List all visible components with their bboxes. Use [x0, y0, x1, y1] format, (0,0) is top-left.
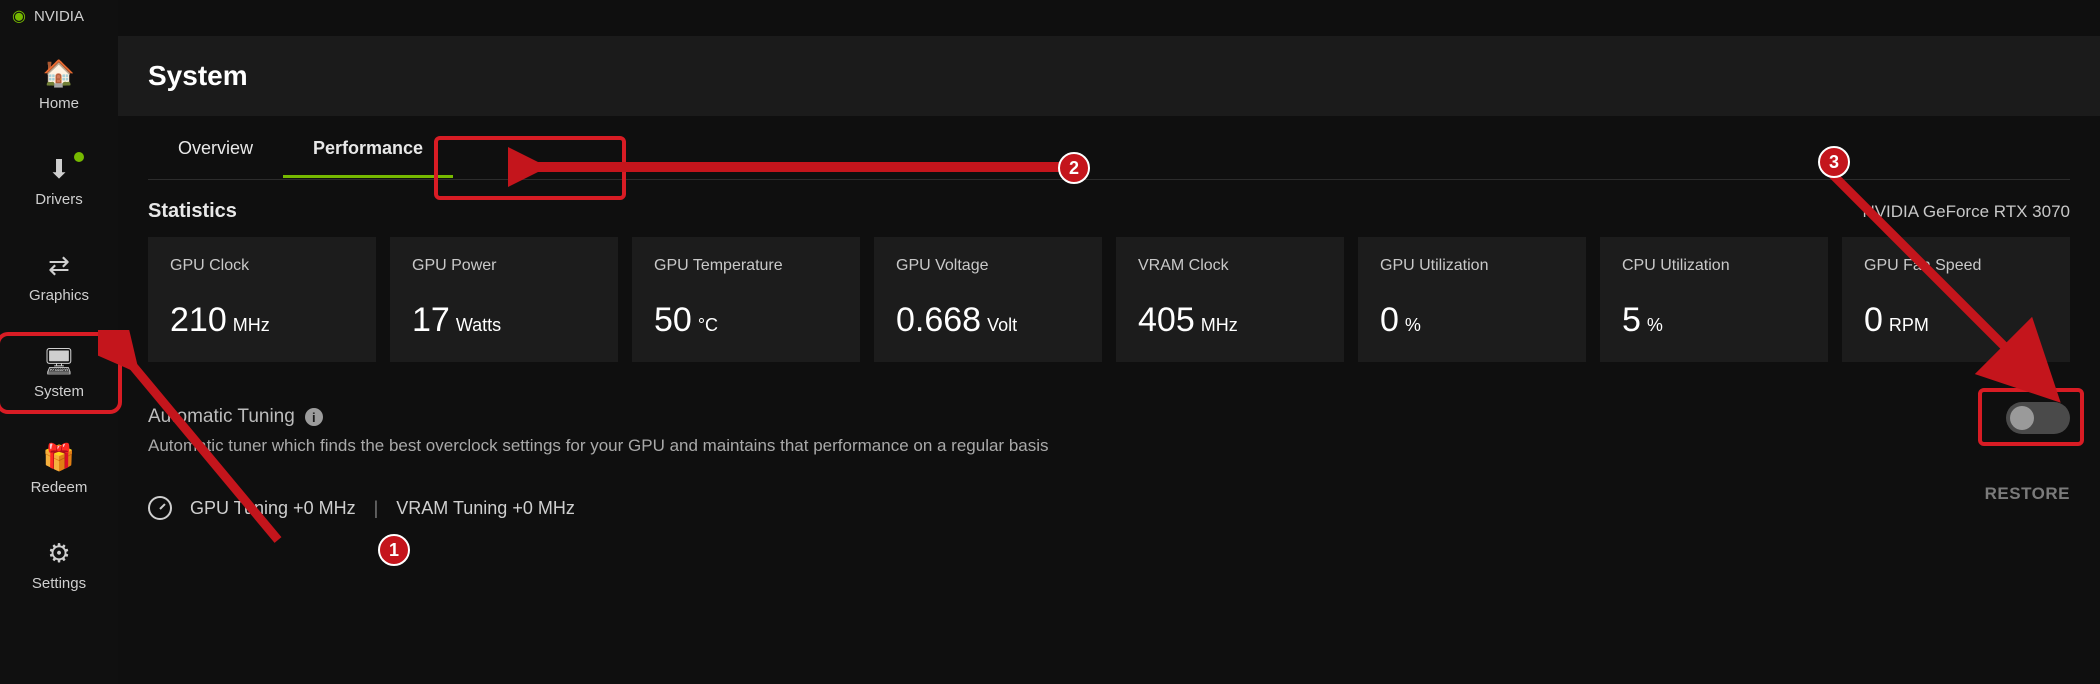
main-panel: System Overview Performance Statistics N… — [118, 0, 2100, 684]
sidebar-item-label: Drivers — [35, 191, 83, 208]
stat-unit: RPM — [1889, 315, 1929, 335]
stat-grid: GPU Clock 210 MHz GPU Power 17 Watts GPU T… — [148, 237, 2070, 362]
stat-gpu-voltage: GPU Voltage 0.668 Volt — [874, 237, 1102, 362]
stat-unit: MHz — [1201, 315, 1238, 335]
sidebar-item-drivers[interactable]: ⬇ Drivers — [0, 144, 118, 218]
stat-value: 0 — [1380, 301, 1399, 339]
sidebar-item-label: System — [34, 383, 84, 400]
stat-label: GPU Temperature — [654, 257, 838, 275]
gauge-icon — [148, 496, 172, 520]
page-title: System — [118, 36, 2100, 116]
brand-name: NVIDIA — [34, 8, 84, 25]
annotation-badge-3: 3 — [1818, 146, 1850, 178]
brand-bar: ◉ NVIDIA — [12, 6, 84, 26]
stat-label: GPU Fan Speed — [1864, 257, 2048, 275]
sidebar-item-label: Home — [39, 95, 79, 112]
monitor-icon: 🖥 — [42, 346, 75, 377]
sidebar-item-label: Redeem — [31, 479, 88, 496]
stat-gpu-clock: GPU Clock 210 MHz — [148, 237, 376, 362]
divider-text: | — [374, 498, 379, 519]
update-dot-icon — [74, 152, 84, 162]
annotation-badge-1: 1 — [378, 534, 410, 566]
stat-unit: °C — [698, 315, 718, 335]
stat-gpu-util: GPU Utilization 0% — [1358, 237, 1586, 362]
restore-button[interactable]: RESTORE — [1985, 484, 2070, 504]
stat-value: 0 — [1864, 301, 1883, 339]
stat-value: 405 — [1138, 301, 1195, 339]
stat-label: CPU Utilization — [1622, 257, 1806, 275]
sidebar-item-home[interactable]: 🏠 Home — [0, 48, 118, 122]
gpu-tuning-value: GPU Tuning +0 MHz — [190, 498, 356, 519]
automatic-tuning-section: Automatic Tuning i Automatic tuner which… — [148, 406, 2070, 520]
stat-gpu-power: GPU Power 17 Watts — [390, 237, 618, 362]
stat-label: GPU Clock — [170, 257, 354, 275]
download-icon: ⬇ — [48, 154, 70, 185]
stat-unit: MHz — [233, 315, 270, 335]
stat-value: 50 — [654, 301, 692, 339]
stat-value: 210 — [170, 301, 227, 339]
stat-unit: Watts — [456, 315, 501, 335]
annotation-badge-2: 2 — [1058, 152, 1090, 184]
stat-fan-speed: GPU Fan Speed 0 RPM — [1842, 237, 2070, 362]
sidebar: 🏠 Home ⬇ Drivers ⇄ Graphics 🖥 System 🎁 R… — [0, 0, 118, 684]
stat-gpu-temp: GPU Temperature 50 °C — [632, 237, 860, 362]
tab-overview[interactable]: Overview — [148, 118, 283, 177]
automatic-tuning-desc: Automatic tuner which finds the best ove… — [148, 436, 2070, 456]
home-icon: 🏠 — [43, 58, 75, 89]
automatic-tuning-toggle[interactable] — [2006, 402, 2070, 434]
automatic-tuning-title: Automatic Tuning — [148, 406, 295, 428]
stat-unit: % — [1647, 315, 1663, 335]
stat-value: 5 — [1622, 301, 1641, 339]
stat-label: GPU Power — [412, 257, 596, 275]
stat-value: 17 — [412, 301, 450, 339]
sidebar-item-settings[interactable]: ⚙ Settings — [0, 528, 118, 602]
gear-icon: ⚙ — [47, 538, 70, 569]
statistics-heading: Statistics — [148, 200, 237, 223]
tab-performance[interactable]: Performance — [283, 118, 453, 177]
vram-tuning-value: VRAM Tuning +0 MHz — [396, 498, 575, 519]
stat-cpu-util: CPU Utilization 5% — [1600, 237, 1828, 362]
stat-label: GPU Utilization — [1380, 257, 1564, 275]
tuning-status-row: GPU Tuning +0 MHz | VRAM Tuning +0 MHz — [148, 496, 2070, 520]
stat-unit: Volt — [987, 315, 1017, 335]
sidebar-item-redeem[interactable]: 🎁 Redeem — [0, 432, 118, 506]
nvidia-eye-icon: ◉ — [12, 6, 26, 26]
stat-label: VRAM Clock — [1138, 257, 1322, 275]
info-icon[interactable]: i — [305, 408, 323, 426]
sidebar-item-label: Graphics — [29, 287, 89, 304]
stat-unit: % — [1405, 315, 1421, 335]
sidebar-item-graphics[interactable]: ⇄ Graphics — [0, 240, 118, 314]
sliders-icon: ⇄ — [48, 250, 70, 281]
gpu-model-label: NVIDIA GeForce RTX 3070 — [1862, 202, 2070, 222]
stat-vram-clock: VRAM Clock 405 MHz — [1116, 237, 1344, 362]
stat-label: GPU Voltage — [896, 257, 1080, 275]
gift-icon: 🎁 — [43, 442, 75, 473]
sidebar-item-system[interactable]: 🖥 System — [0, 336, 118, 410]
sidebar-item-label: Settings — [32, 575, 86, 592]
stat-value: 0.668 — [896, 301, 981, 339]
tabs: Overview Performance — [148, 116, 2070, 180]
